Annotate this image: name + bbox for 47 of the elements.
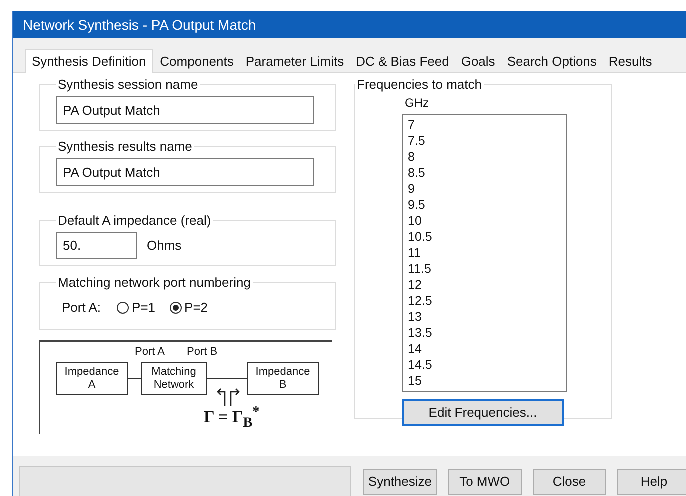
list-item[interactable]: 14.5 [408,357,561,373]
group-label: Frequencies to match [356,77,484,92]
wire [128,378,141,379]
list-item[interactable]: 13 [408,309,561,325]
port-label: Port A [135,346,165,358]
radio-button[interactable] [117,302,130,314]
group-label: Synthesis session name [57,77,200,92]
tab[interactable]: Synthesis Definition [25,49,154,73]
input-field[interactable]: 50. [56,232,137,259]
diagram-block: Impedance B [247,362,319,395]
dialog-button[interactable]: Synthesize [363,469,438,495]
group-label: Matching network port numbering [57,275,252,290]
input-field[interactable]: PA Output Match [56,158,314,186]
diagram-block: Impedance A [56,362,128,395]
port-label: Port B [187,346,218,358]
list-item[interactable]: 11.5 [408,261,561,277]
list-item[interactable]: 11 [408,245,561,261]
list-item[interactable]: 10.5 [408,229,561,245]
list-item[interactable]: 7.5 [408,133,561,149]
list-item[interactable]: 8.5 [408,165,561,181]
unit-label: GHz [405,96,430,110]
list-item[interactable]: 15 [408,373,561,389]
group-label: Default A impedance (real) [57,213,212,228]
radio-option[interactable]: P=2 [170,300,208,315]
list-item[interactable]: 14 [408,341,561,357]
radio-button[interactable] [170,302,182,314]
list-item[interactable]: 12 [408,277,561,293]
window-title: Network Synthesis - PA Output Match [23,16,256,32]
unit-label: Ohms [147,238,182,253]
dialog-button[interactable]: To MWO [448,469,522,495]
dialog-button[interactable]: Close [532,469,606,495]
list-item[interactable]: 9.5 [408,197,561,213]
list-item[interactable]: 9 [408,181,561,197]
dialog-button[interactable]: Help [617,469,686,495]
list-item[interactable]: 13.5 [408,325,561,341]
group-label: Synthesis results name [57,139,194,154]
wire [207,378,247,379]
radio-option[interactable]: P=1 [117,300,156,315]
list-item[interactable]: 8 [408,149,561,165]
diagram-block: Matching Network [141,362,207,395]
arrows-icon [216,386,242,406]
list-item[interactable]: 12.5 [408,293,561,309]
input-field[interactable]: PA Output Match [56,96,314,124]
port-label: Port A: [62,300,102,315]
list-item[interactable]: 10 [408,213,561,229]
list-item[interactable]: 7 [408,117,561,133]
edit-frequencies-button[interactable]: Edit Frequencies... [402,399,564,426]
